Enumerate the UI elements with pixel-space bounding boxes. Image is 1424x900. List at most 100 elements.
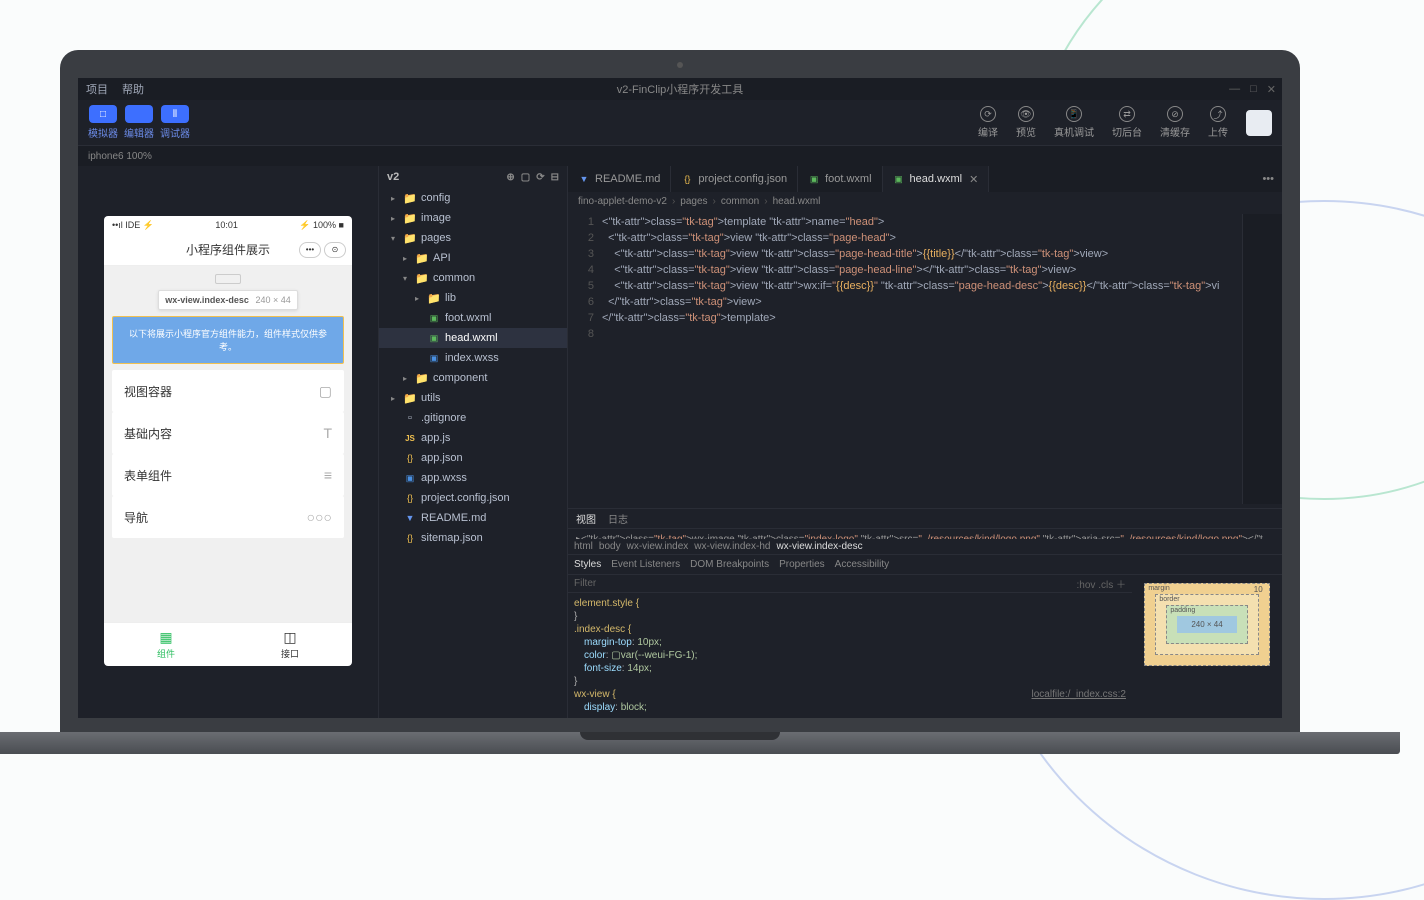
dom-tree[interactable]: ▸<"tk-attr">class="tk-tag">wx-image "tk-… xyxy=(568,529,1282,539)
toolbar-action[interactable]: 📱真机调试 xyxy=(1054,106,1094,139)
tree-item[interactable]: {}app.json xyxy=(379,448,567,468)
tree-item[interactable]: ▣ app.wxss xyxy=(379,468,567,488)
file-name: index.wxss xyxy=(445,352,499,364)
tree-item[interactable]: ▣head.wxml xyxy=(379,328,567,348)
tree-item[interactable]: ▣foot.wxml xyxy=(379,308,567,328)
menu-project[interactable]: 项目 xyxy=(86,81,108,97)
file-name: lib xyxy=(445,292,456,304)
dom-path-item[interactable]: wx-view.index-desc xyxy=(776,541,862,552)
tree-item[interactable]: ▸📁config xyxy=(379,188,567,208)
styles-toggles[interactable]: :hov .cls ＋ xyxy=(1077,576,1126,591)
menu-help[interactable]: 帮助 xyxy=(122,81,144,97)
tree-item[interactable]: {}sitemap.json xyxy=(379,528,567,548)
mode-button[interactable]: 编辑器 xyxy=(124,105,154,140)
list-item[interactable]: 视图容器▢ xyxy=(112,370,344,412)
mode-button[interactable]: □模拟器 xyxy=(88,105,118,140)
minimap[interactable] xyxy=(1242,214,1282,504)
breadcrumb-item[interactable]: head.wxml xyxy=(773,196,821,207)
action-label: 上传 xyxy=(1208,124,1228,139)
breadcrumb-item[interactable]: fino-applet-demo-v2 xyxy=(578,196,667,207)
tabbar-item[interactable]: ◫接口 xyxy=(228,623,352,666)
phone-status-bar: ••ıl IDE ⚡ 10:01 ⚡ 100% ■ xyxy=(104,216,352,234)
breadcrumb-item[interactable]: pages xyxy=(680,196,707,207)
avatar[interactable] xyxy=(1246,110,1272,136)
file-name: .gitignore xyxy=(421,412,466,424)
styles-tab[interactable]: DOM Breakpoints xyxy=(690,559,769,570)
minimize-icon[interactable]: — xyxy=(1229,83,1240,96)
file-name: project.config.json xyxy=(421,492,510,504)
styles-tab[interactable]: Accessibility xyxy=(835,559,889,570)
tree-item[interactable]: {}project.config.json xyxy=(379,488,567,508)
device-label[interactable]: iphone6 100% xyxy=(88,151,152,162)
dom-path-item[interactable]: wx-view.index-hd xyxy=(694,541,770,552)
new-file-icon[interactable]: ⊕ xyxy=(506,172,514,183)
project-root[interactable]: v2 xyxy=(387,171,399,183)
capsule-close-icon[interactable]: ⊙ xyxy=(324,242,346,258)
mode-label: 模拟器 xyxy=(88,125,118,140)
toolbar-action[interactable]: 👁预览 xyxy=(1016,106,1036,139)
toolbar-action[interactable]: ⤴上传 xyxy=(1208,106,1228,139)
breadcrumb-item[interactable]: common xyxy=(721,196,759,207)
tree-item[interactable]: ▾📁common xyxy=(379,268,567,288)
editor-tab[interactable]: ▣head.wxml✕ xyxy=(883,166,990,192)
styles-tab[interactable]: Event Listeners xyxy=(611,559,680,570)
dom-path-item[interactable]: html xyxy=(574,541,593,552)
tab-icon: ◫ xyxy=(283,629,296,646)
list-item[interactable]: 表单组件≡ xyxy=(112,454,344,496)
chevron-icon: ▸ xyxy=(391,394,399,403)
refresh-icon[interactable]: ⟳ xyxy=(536,172,544,183)
tree-item[interactable]: ▸📁lib xyxy=(379,288,567,308)
list-item[interactable]: 基础内容T xyxy=(112,412,344,454)
action-label: 清缓存 xyxy=(1160,124,1190,139)
tab-filename: README.md xyxy=(595,173,660,185)
file-name: app.wxss xyxy=(421,472,467,484)
file-icon: ▼ xyxy=(404,513,416,523)
dom-path-item[interactable]: body xyxy=(599,541,621,552)
tree-item[interactable]: ▾📁pages xyxy=(379,228,567,248)
file-explorer: v2 ⊕ ▢ ⟳ ⊟ ▸📁config▸📁image▾📁pages▸📁API▾📁… xyxy=(378,166,568,718)
dom-path-item[interactable]: wx-view.index xyxy=(627,541,689,552)
collapse-icon[interactable]: ⊟ xyxy=(551,172,559,183)
list-icon: T xyxy=(323,425,332,441)
tree-item[interactable]: ▸📁API xyxy=(379,248,567,268)
editor-tab[interactable]: {}project.config.json xyxy=(671,166,798,192)
list-icon: ○○○ xyxy=(307,509,332,525)
styles-tab[interactable]: Properties xyxy=(779,559,825,570)
new-folder-icon[interactable]: ▢ xyxy=(521,172,530,183)
toolbar-action[interactable]: ⇄切后台 xyxy=(1112,106,1142,139)
file-icon: ▣ xyxy=(428,333,440,344)
tree-item[interactable]: JSapp.js xyxy=(379,428,567,448)
list-item[interactable]: 导航○○○ xyxy=(112,496,344,538)
editor-tab[interactable]: ▼README.md xyxy=(568,166,671,192)
tree-item[interactable]: ▫.gitignore xyxy=(379,408,567,428)
dom-breadcrumb[interactable]: html body wx-view.index wx-view.index-hd wx-… xyxy=(568,539,1282,555)
file-icon: ▣ xyxy=(404,473,416,484)
maximize-icon[interactable]: □ xyxy=(1250,83,1257,96)
css-rules[interactable]: element.style {}.index-desc {margin-top:… xyxy=(568,593,1132,718)
tab-close-icon[interactable]: ✕ xyxy=(969,173,978,186)
tree-item[interactable]: ▣index.wxss xyxy=(379,348,567,368)
tree-item[interactable]: ▸📁image xyxy=(379,208,567,228)
tree-item[interactable]: ▸📁utils xyxy=(379,388,567,408)
capsule-menu-icon[interactable]: ••• xyxy=(299,242,321,258)
devtools-tab-log[interactable]: 日志 xyxy=(608,511,628,526)
toolbar-action[interactable]: ⟳编译 xyxy=(978,106,998,139)
editor-tab[interactable]: ▣foot.wxml xyxy=(798,166,882,192)
styles-filter[interactable]: Filter xyxy=(574,578,596,589)
highlighted-element[interactable]: 以下将展示小程序官方组件能力，组件样式仅供参考。 xyxy=(112,316,344,364)
close-icon[interactable]: ✕ xyxy=(1267,83,1276,96)
devtools-tab-view[interactable]: 视图 xyxy=(576,511,596,526)
toolbar-action[interactable]: ⊘清缓存 xyxy=(1160,106,1190,139)
tree-item[interactable]: ▼README.md xyxy=(379,508,567,528)
mode-label: 编辑器 xyxy=(124,125,154,140)
inspect-dims: 240 × 44 xyxy=(255,295,290,305)
file-icon: {} xyxy=(404,453,416,463)
tabs-overflow[interactable]: ••• xyxy=(1254,166,1282,192)
tabbar-item[interactable]: ▦组件 xyxy=(104,623,228,666)
tree-item[interactable]: ▸📁component xyxy=(379,368,567,388)
action-label: 切后台 xyxy=(1112,124,1142,139)
mode-button[interactable]: ⫴调试器 xyxy=(160,105,190,140)
list-icon: ≡ xyxy=(324,467,332,483)
styles-tab[interactable]: Styles xyxy=(574,559,601,570)
code-editor[interactable]: 12345678 <"tk-attr">class="tk-tag">templ… xyxy=(568,210,1282,508)
